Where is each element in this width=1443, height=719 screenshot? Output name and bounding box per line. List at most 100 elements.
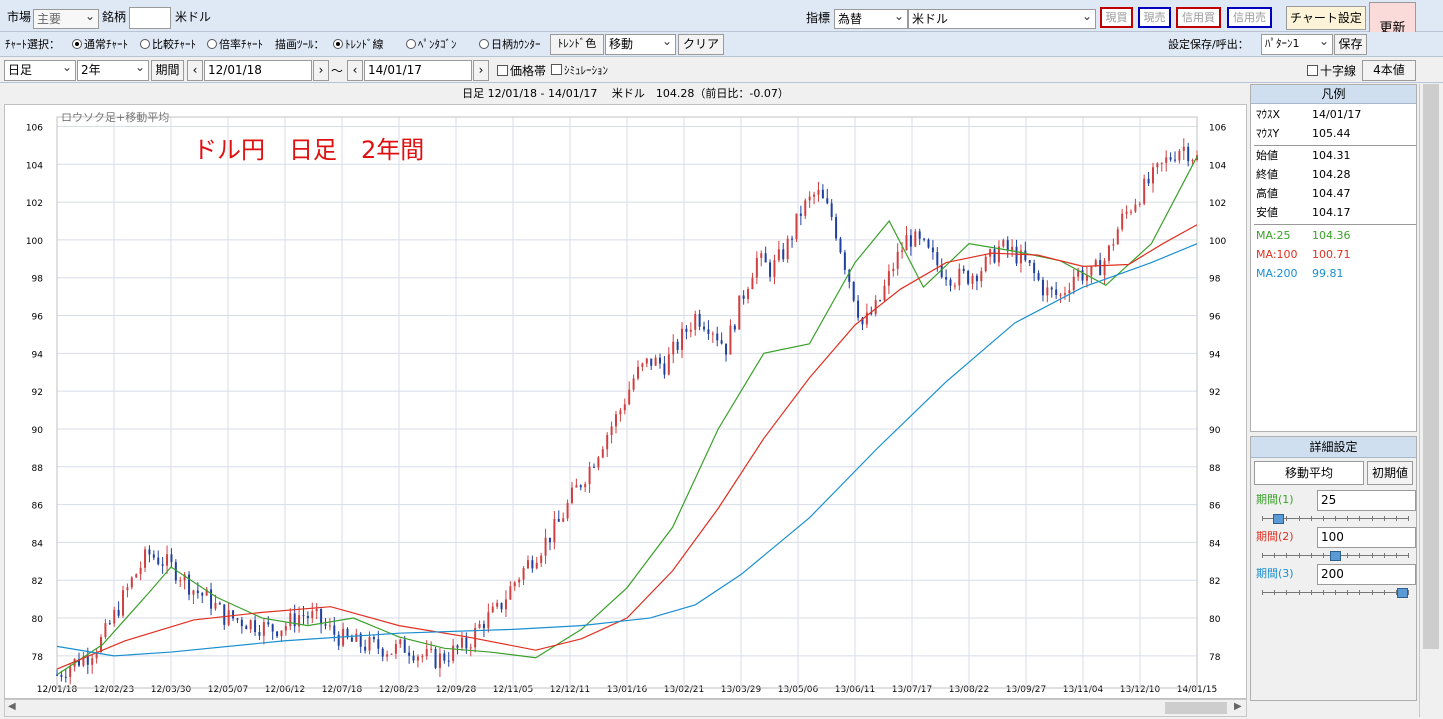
date-to-input[interactable]: 14/01/17	[364, 60, 472, 81]
x-tick-label: 12/11/05	[493, 685, 533, 695]
from-prev-button[interactable]: ‹	[187, 60, 203, 81]
candle-body	[570, 487, 573, 503]
candle-body	[623, 404, 626, 411]
chart-type-compare[interactable]: 比較ﾁｬｰﾄ	[140, 37, 196, 53]
symbol-code-input[interactable]	[129, 7, 171, 29]
move-select-value: 移動	[609, 37, 634, 51]
period3-input[interactable]: 200	[1317, 564, 1416, 585]
y-tick-label-right: 98	[1209, 275, 1221, 285]
candle-body	[685, 328, 688, 332]
period1-input[interactable]: 25	[1317, 490, 1416, 511]
candle-body	[157, 557, 160, 565]
horizontal-scrollbar[interactable]: ◀ ▶	[4, 699, 1247, 717]
radio-pentagon-icon	[406, 39, 416, 49]
indicator-label: 指標	[806, 11, 831, 25]
candle-body	[522, 568, 525, 580]
slider-tick	[1310, 516, 1312, 521]
candle-body	[526, 560, 529, 569]
margin-buy-button[interactable]: 信用買	[1176, 7, 1221, 28]
crosshair-checkbox[interactable]: 十字線	[1307, 63, 1356, 79]
top-toolbar: 市場 主要 銘柄 米ドル 指標 為替 米ドル 現買 現売 信用買 信用売 チャー…	[0, 0, 1443, 56]
slider-tick	[1408, 516, 1409, 521]
symbol-name: 米ドル	[175, 10, 212, 24]
simulation-checkbox[interactable]: ｼﾐｭﾚｰｼｮﾝ	[551, 63, 608, 79]
tool-pentagon[interactable]: ﾍﾟﾝﾀｺﾞﾝ	[406, 37, 457, 53]
candle-body	[544, 537, 547, 556]
symbol-label: 銘柄	[102, 10, 127, 24]
period2-input[interactable]: 100	[1317, 527, 1416, 548]
period-button[interactable]: 期間	[151, 60, 184, 81]
candle-body	[769, 262, 772, 277]
candle-body	[276, 631, 279, 637]
candle-body	[188, 574, 191, 595]
from-next-button[interactable]: ›	[313, 60, 329, 81]
slider-thumb[interactable]	[1397, 588, 1408, 598]
to-prev-button[interactable]: ‹	[347, 60, 363, 81]
indicator-select[interactable]: 米ドル	[908, 9, 1096, 29]
timeframe-select[interactable]: 日足	[4, 60, 76, 81]
slider-tick	[1262, 516, 1263, 521]
reset-button[interactable]: 初期値	[1367, 461, 1413, 485]
period1-slider[interactable]	[1262, 512, 1409, 526]
tool-day-counter[interactable]: 日柄ｶｳﾝﾀｰ	[479, 37, 541, 53]
candle-body	[271, 624, 274, 632]
price-band-checkbox[interactable]: 価格帯	[497, 63, 546, 79]
candle-body	[667, 354, 670, 375]
y-tick-label-right: 80	[1209, 615, 1221, 625]
slider-tick	[1335, 516, 1336, 521]
trend-color-button[interactable]: ﾄﾚﾝﾄﾞ色	[550, 34, 604, 55]
date-from-input[interactable]: 12/01/18	[204, 60, 312, 81]
chart-frame[interactable]: 106 106 104 104 102 102 100 100 98 98 96 96 94 94 92 92…	[4, 104, 1247, 699]
candle-body	[267, 622, 270, 625]
scrollbar-thumb[interactable]	[1165, 702, 1227, 714]
tab-moving-average[interactable]: 移動平均	[1254, 461, 1364, 485]
market-select[interactable]: 主要	[33, 9, 99, 29]
period3-slider[interactable]	[1262, 586, 1409, 600]
slider-thumb[interactable]	[1329, 551, 1341, 561]
candle-body	[403, 639, 406, 653]
candle-body	[324, 624, 327, 626]
chart-settings-button[interactable]: チャート設定	[1286, 6, 1366, 30]
slider-tick	[1359, 553, 1361, 558]
tool-trendline[interactable]: ﾄﾚﾝﾄﾞ線	[333, 37, 384, 53]
candle-body	[852, 281, 855, 301]
cash-sell-button[interactable]: 現売	[1138, 7, 1171, 28]
candle-body	[720, 340, 723, 344]
legend-high: 高値 104.47	[1256, 186, 1351, 202]
save-button[interactable]: 保存	[1334, 34, 1367, 55]
indicator-type-select[interactable]: 為替	[834, 9, 908, 29]
scroll-right-icon[interactable]: ▶	[1234, 701, 1242, 712]
range-select[interactable]: 2年	[77, 60, 149, 81]
chart-type-ratio[interactable]: 倍率ﾁｬｰﾄ	[207, 37, 263, 53]
candle-body	[804, 200, 807, 216]
move-select[interactable]: 移動	[605, 34, 676, 55]
period2-slider[interactable]	[1262, 549, 1409, 563]
scroll-left-icon[interactable]: ◀	[8, 701, 16, 712]
candle-body	[249, 620, 252, 630]
candlestick-chart[interactable]: 106 106 104 104 102 102 100 100 98 98 96 96 94 94 92 92…	[5, 105, 1246, 698]
candle-body	[1006, 240, 1009, 251]
candle-body	[945, 277, 948, 280]
candle-body	[482, 624, 485, 629]
candle-body	[813, 194, 816, 197]
four-values-button[interactable]: 4本値	[1362, 60, 1416, 81]
legend-high-label: 高値	[1256, 187, 1278, 200]
market-select-value: 主要	[37, 12, 62, 26]
vertical-scroll-thumb[interactable]	[1423, 84, 1439, 649]
cash-buy-button[interactable]: 現買	[1100, 7, 1133, 28]
slider-tick	[1347, 516, 1349, 521]
candle-body	[707, 329, 710, 334]
y-tick-label-left: 86	[32, 502, 44, 512]
chart-type-normal[interactable]: 通常ﾁｬｰﾄ	[72, 37, 128, 53]
candle-body	[1182, 146, 1185, 151]
slider-thumb[interactable]	[1272, 514, 1284, 524]
candle-body	[1024, 250, 1027, 261]
pattern-select[interactable]: ﾊﾟﾀｰﾝ1	[1261, 34, 1333, 55]
margin-sell-button[interactable]: 信用売	[1227, 7, 1272, 28]
to-next-button[interactable]: ›	[473, 60, 489, 81]
clear-button[interactable]: クリア	[678, 34, 724, 55]
candle-body	[1129, 211, 1132, 213]
candle-body	[443, 653, 446, 661]
vertical-scrollbar[interactable]	[1419, 84, 1441, 717]
checkbox-icon	[551, 64, 562, 75]
